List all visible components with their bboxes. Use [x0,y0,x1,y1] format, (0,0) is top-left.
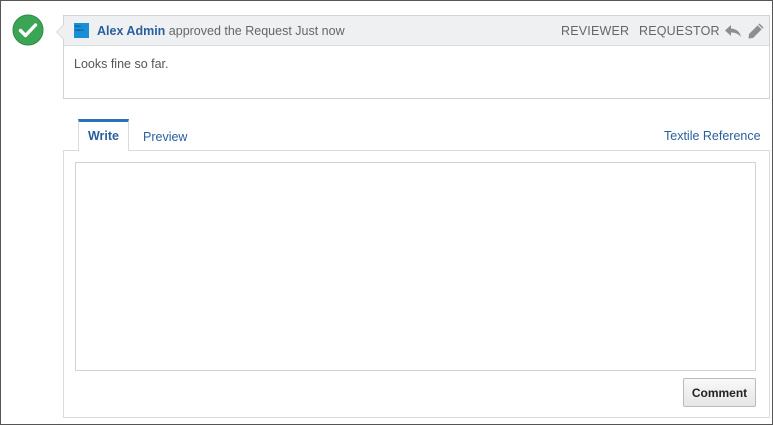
comment-action: approved the Request [165,24,296,38]
tab-preview[interactable]: Preview [143,130,187,144]
comment-meta: Alex Admin approved the Request Just now [97,24,345,38]
textile-reference-link[interactable]: Textile Reference [664,129,761,143]
avatar[interactable]: Alex Admin [74,23,89,38]
comment-header: Alex Admin Alex Admin approved the Reque… [64,16,769,46]
reply-icon[interactable] [724,22,742,40]
comment-card: Alex Admin Alex Admin approved the Reque… [56,15,770,99]
check-circle-icon [12,14,44,46]
tab-write[interactable]: Write [78,119,129,152]
comment-time: Just now [295,24,345,38]
role-badge-requestor: REQUESTOR [639,24,720,38]
comment-submit-button[interactable]: Comment [683,378,756,407]
comment-body: Looks fine so far. [74,57,169,71]
author-link[interactable]: Alex Admin [97,24,165,38]
activity-frame: Alex Admin Alex Admin approved the Reque… [0,0,773,425]
role-badge-reviewer: REVIEWER [561,24,630,38]
pencil-icon[interactable] [747,22,765,40]
comment-textarea[interactable] [75,162,756,371]
